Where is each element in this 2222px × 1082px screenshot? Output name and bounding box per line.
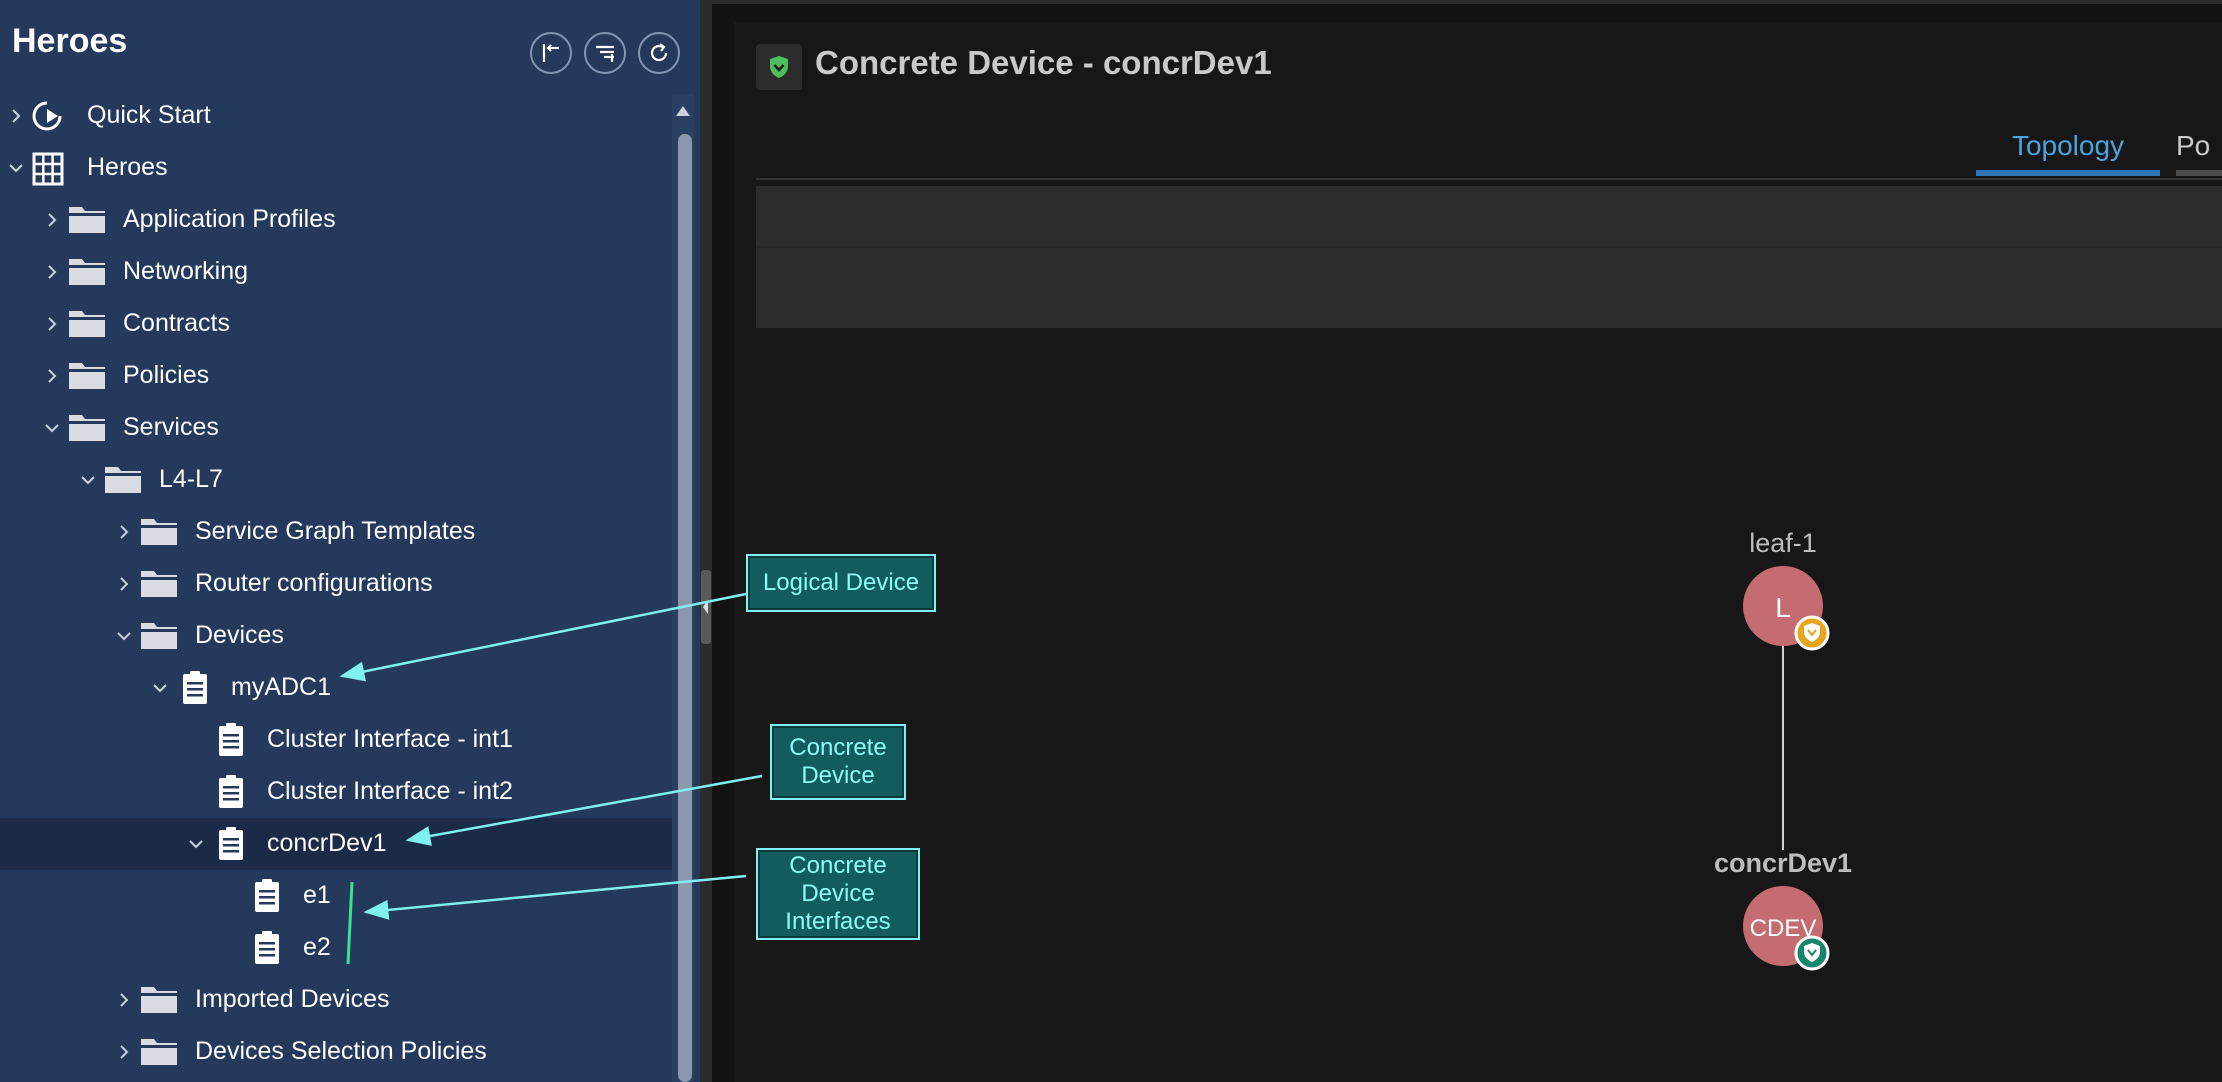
app-window: Heroes Quick Start Heroes Application Prof… [0,0,2222,1082]
arrow-concrete-device [405,774,763,846]
annotation-concrete-device-interfaces: Concrete Device Interfaces [756,848,920,940]
arrow-logical-device [339,592,747,682]
interfaces-bracket [346,881,354,965]
annotation-logical-device: Logical Device [746,554,936,612]
annotation-arrows [339,592,763,965]
annotation-concrete-device: Concrete Device [770,724,906,800]
arrow-concrete-device-interfaces [363,874,747,920]
